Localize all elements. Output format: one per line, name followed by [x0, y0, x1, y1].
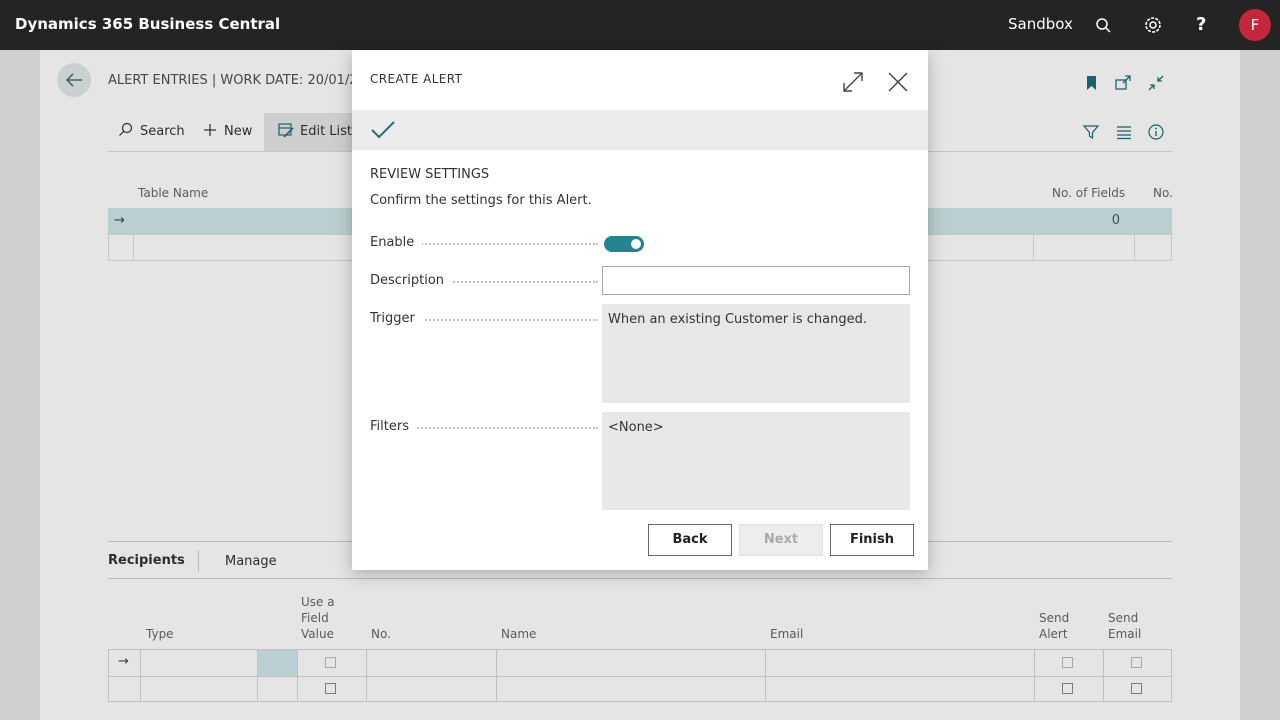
top-bar: Dynamics 365 Business Central Sandbox ? … — [0, 0, 1280, 50]
app-title[interactable]: Dynamics 365 Business Central — [15, 15, 280, 33]
back-button[interactable]: Back — [648, 524, 732, 556]
description-input[interactable] — [602, 266, 910, 295]
next-button[interactable]: Next — [739, 524, 823, 556]
trigger-value[interactable]: When an existing Customer is changed. — [602, 304, 910, 403]
description-label: Description — [370, 273, 453, 288]
finish-button[interactable]: Finish — [830, 524, 914, 556]
gear-icon[interactable] — [1142, 14, 1164, 36]
expand-icon[interactable] — [841, 70, 865, 94]
filters-value[interactable]: <None> — [602, 412, 910, 510]
avatar[interactable]: F — [1239, 9, 1271, 41]
section-title: REVIEW SETTINGS — [370, 167, 490, 182]
search-icon[interactable] — [1093, 14, 1115, 36]
trigger-label: Trigger — [370, 311, 423, 326]
section-description: Confirm the settings for this Alert. — [370, 193, 592, 208]
filters-label: Filters — [370, 419, 417, 434]
enable-label: Enable — [370, 235, 423, 250]
toggle-knob — [631, 239, 641, 249]
dialog-title: CREATE ALERT — [370, 72, 463, 86]
check-icon[interactable] — [370, 119, 396, 145]
help-icon[interactable]: ? — [1196, 14, 1218, 36]
dialog-action-bar — [352, 110, 928, 150]
create-alert-dialog: CREATE ALERT REVIEW SETTINGS Confirm the… — [352, 50, 928, 570]
close-icon[interactable] — [886, 70, 910, 94]
enable-toggle[interactable] — [604, 236, 644, 252]
environment-name: Sandbox — [1008, 15, 1073, 33]
